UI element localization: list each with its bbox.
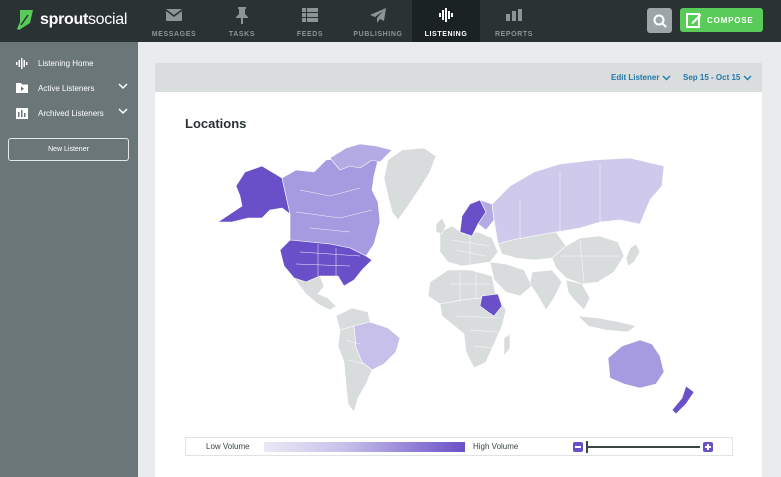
nav-label: TASKS	[228, 31, 256, 38]
nav-reports[interactable]: REPORTS	[480, 0, 548, 42]
bar-chart-icon	[506, 9, 522, 21]
legend-low-label: Low Volume	[206, 442, 250, 451]
map-region-southeast-asia[interactable]	[565, 279, 591, 311]
map-region-middle-east[interactable]	[489, 261, 533, 297]
date-range-dropdown[interactable]: Sep 15 - Oct 15	[683, 73, 752, 82]
sprout-leaf-icon	[17, 10, 33, 30]
waveform-icon	[16, 57, 28, 69]
panel-header: Edit Listener Sep 15 - Oct 15	[155, 63, 762, 92]
nav-messages[interactable]: MESSAGES	[140, 0, 208, 42]
map-region-mexico[interactable]	[293, 275, 337, 311]
edit-listener-label: Edit Listener	[611, 73, 660, 82]
edit-listener-dropdown[interactable]: Edit Listener	[611, 73, 671, 82]
map-region-india[interactable]	[529, 269, 563, 311]
map-region-new-zealand[interactable]	[671, 385, 695, 415]
sidebar-item-listening-home[interactable]: Listening Home	[16, 56, 128, 70]
chevron-down-icon[interactable]	[118, 83, 128, 90]
panel-title: Locations	[185, 116, 247, 131]
new-listener-button[interactable]: New Listener	[8, 138, 129, 161]
top-bar: sproutsocial MESSAGES TASKS FEEDS PUBLIS…	[0, 0, 781, 42]
archive-icon	[16, 107, 28, 119]
zoom-out-button[interactable]	[573, 442, 583, 452]
map-region-canada-arctic[interactable]	[329, 143, 393, 171]
chevron-down-icon[interactable]	[118, 108, 128, 115]
compose-button[interactable]: COMPOSE	[680, 8, 763, 32]
sprout-social-logo[interactable]: sproutsocial	[16, 9, 127, 31]
world-map[interactable]	[200, 140, 710, 420]
nav-label: LISTENING	[424, 31, 468, 38]
map-legend: Low Volume High Volume	[185, 437, 733, 456]
sidebar-item-label: Archived Listeners	[38, 108, 104, 118]
map-region-indonesia[interactable]	[577, 315, 637, 333]
search-button[interactable]	[647, 8, 672, 33]
map-region-australia[interactable]	[607, 339, 665, 389]
compose-icon	[686, 13, 702, 28]
map-region-japan[interactable]	[625, 243, 641, 267]
search-icon	[653, 14, 667, 28]
sidebar: Listening Home Active Listeners Archived…	[0, 42, 138, 477]
legend-high-label: High Volume	[473, 442, 519, 451]
main-nav: MESSAGES TASKS FEEDS PUBLISHING LISTENIN…	[140, 0, 548, 42]
chevron-down-icon	[743, 75, 752, 80]
map-region-alaska[interactable]	[217, 165, 291, 223]
nav-feeds[interactable]: FEEDS	[276, 0, 344, 42]
sidebar-item-archived-listeners[interactable]: Archived Listeners	[16, 106, 128, 120]
paper-plane-icon	[370, 7, 386, 23]
sidebar-item-label: Listening Home	[38, 58, 94, 68]
nav-label: PUBLISHING	[353, 31, 403, 38]
pin-icon	[236, 6, 248, 24]
folder-play-icon	[16, 83, 28, 93]
envelope-icon	[166, 9, 182, 21]
sidebar-item-label: Active Listeners	[38, 83, 95, 93]
nav-label: REPORTS	[494, 31, 534, 38]
nav-tasks[interactable]: TASKS	[208, 0, 276, 42]
compose-label: COMPOSE	[707, 15, 754, 25]
nav-listening[interactable]: LISTENING	[412, 0, 480, 42]
map-region-greenland[interactable]	[383, 147, 437, 221]
map-region-russia[interactable]	[491, 157, 665, 245]
nav-publishing[interactable]: PUBLISHING	[344, 0, 412, 42]
zoom-slider-track[interactable]	[586, 446, 700, 448]
list-icon	[302, 8, 318, 22]
logo-text: sproutsocial	[40, 11, 128, 28]
nav-label: MESSAGES	[151, 31, 197, 38]
map-region-madagascar[interactable]	[503, 333, 511, 357]
zoom-in-button[interactable]	[703, 442, 713, 452]
sidebar-item-active-listeners[interactable]: Active Listeners	[16, 81, 128, 95]
waveform-icon	[439, 8, 453, 22]
date-range-label: Sep 15 - Oct 15	[683, 73, 741, 82]
legend-gradient-bar	[264, 442, 465, 452]
nav-label: FEEDS	[296, 31, 324, 38]
zoom-slider-handle[interactable]	[586, 441, 588, 453]
chevron-down-icon	[662, 75, 671, 80]
